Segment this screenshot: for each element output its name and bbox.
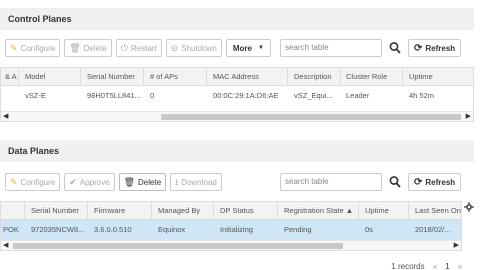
gear-icon[interactable]	[464, 202, 474, 212]
column-header[interactable]: Firmware	[94, 202, 125, 219]
trash-icon: 🗑	[123, 176, 136, 187]
next-page-button[interactable]: »	[458, 262, 462, 270]
dp-delete-button[interactable]: 🗑 Delete	[118, 173, 167, 191]
column-header[interactable]: Cluster Role	[346, 68, 387, 85]
data-planes-toolbar: ✎ Configure ✔ Approve 🗑 Delete ⭳ Downloa…	[5, 173, 222, 191]
cp-more-dropdown[interactable]: More ▼	[225, 39, 271, 57]
table-cell: Initializing	[220, 225, 253, 234]
cp-restart-button[interactable]: ⏻ Restart	[115, 39, 162, 57]
cp-refresh-button[interactable]: ⟳ Refresh	[408, 39, 462, 57]
column-header[interactable]: # of APs	[150, 68, 178, 85]
dp-delete-label: Delete	[138, 177, 162, 187]
dp-refresh-label: Refresh	[425, 177, 456, 187]
cp-configure-button[interactable]: ✎ Configure	[5, 39, 61, 57]
refresh-icon: ⟳	[414, 176, 423, 188]
horizontal-scrollbar[interactable]: ◀ ▶	[1, 240, 461, 250]
control-planes-table: & A Model Serial Number # of APs MAC Add…	[0, 67, 474, 122]
table-cell: 972035NCW8...	[31, 225, 85, 234]
scroll-right-icon[interactable]: ▶	[466, 112, 471, 121]
data-planes-table: Serial Number Firmware Managed By DP Sta…	[0, 201, 462, 251]
power-icon: ⏻	[120, 42, 128, 53]
dp-download-button[interactable]: ⭳ Download	[170, 173, 222, 191]
pencil-icon: ✎	[10, 42, 18, 53]
pencil-icon: ✎	[10, 176, 18, 187]
column-header[interactable]: DP Status	[220, 202, 254, 219]
dp-approve-label: Approve	[79, 177, 110, 187]
cp-configure-label: Configure	[20, 43, 56, 53]
column-header[interactable]: & A	[5, 68, 17, 85]
scrollbar-thumb[interactable]	[13, 243, 343, 249]
cp-delete-label: Delete	[83, 43, 107, 53]
table-header-row: & A Model Serial Number # of APs MAC Add…	[1, 68, 473, 86]
table-cell: 2018/02/...	[415, 225, 451, 234]
refresh-icon: ⟳	[414, 42, 423, 54]
table-cell: vSZ_Equi...	[294, 91, 333, 100]
table-cell: Leader	[346, 91, 370, 100]
table-cell: Equinox	[158, 225, 186, 234]
cp-delete-button[interactable]: 🗑 Delete	[64, 39, 112, 57]
trash-icon: 🗑	[69, 42, 81, 53]
records-count: 1 records	[391, 262, 425, 270]
prev-page-button[interactable]: «	[433, 262, 437, 270]
column-header[interactable]: Registration State ▲	[284, 202, 353, 219]
table-row[interactable]: vSZ-E 98H0T5LL841... 0 00:0C:29:1A:D6:AE…	[1, 86, 473, 106]
data-planes-title: Data Planes	[0, 140, 474, 162]
table-row[interactable]: POK 972035NCW8... 3.6.0.0.510 Equinox In…	[1, 220, 461, 240]
cp-restart-label: Restart	[130, 43, 157, 53]
table-cell: POK	[3, 225, 19, 234]
dp-configure-button[interactable]: ✎ Configure	[5, 173, 61, 191]
scroll-right-icon[interactable]: ▶	[454, 241, 459, 250]
download-icon: ⭳	[175, 176, 179, 187]
pagination: 1 records « 1 »	[391, 262, 462, 270]
column-header[interactable]: Uptime	[365, 202, 389, 219]
scroll-left-icon[interactable]: ◀	[3, 112, 8, 121]
table-cell: 0s	[365, 225, 373, 234]
column-header[interactable]: Model	[25, 68, 45, 85]
cp-shutdown-button[interactable]: ⊖ Shutdown	[165, 39, 222, 57]
search-icon[interactable]	[389, 41, 401, 55]
table-cell: 0	[150, 91, 155, 100]
table-cell: 4h 52m	[409, 91, 435, 100]
check-icon: ✔	[69, 176, 77, 187]
column-header[interactable]: Uptime	[409, 68, 433, 85]
scroll-left-icon[interactable]: ◀	[3, 241, 8, 250]
table-header-row: Serial Number Firmware Managed By DP Sta…	[1, 202, 461, 220]
table-cell: 98H0T5LL841...	[87, 91, 141, 100]
cp-more-label: More	[232, 43, 252, 53]
column-header[interactable]: Managed By	[158, 202, 200, 219]
scrollbar-thumb[interactable]	[161, 114, 461, 120]
control-planes-toolbar: ✎ Configure 🗑 Delete ⏻ Restart ⊖ Shutdow…	[5, 39, 271, 57]
control-planes-title: Control Planes	[0, 8, 474, 30]
column-header[interactable]: MAC Address	[213, 68, 259, 85]
dp-approve-button[interactable]: ✔ Approve	[64, 173, 115, 191]
column-header[interactable]: Description	[294, 68, 332, 85]
dp-search-input[interactable]: search table	[280, 173, 382, 191]
table-cell: 3.6.0.0.510	[94, 225, 132, 234]
shutdown-icon: ⊖	[170, 42, 179, 53]
current-page[interactable]: 1	[445, 262, 449, 270]
horizontal-scrollbar[interactable]: ◀ ▶	[1, 111, 473, 121]
cp-shutdown-label: Shutdown	[181, 43, 217, 53]
column-header[interactable]: Serial Number	[31, 202, 79, 219]
column-header[interactable]: Serial Number	[87, 68, 135, 85]
chevron-down-icon: ▼	[257, 45, 264, 51]
search-icon[interactable]	[389, 175, 401, 189]
table-cell: vSZ-E	[25, 91, 46, 100]
table-cell: Pending	[284, 225, 312, 234]
cp-refresh-label: Refresh	[425, 43, 456, 53]
table-cell: 00:0C:29:1A:D6:AE	[213, 91, 279, 100]
dp-refresh-button[interactable]: ⟳ Refresh	[408, 173, 462, 191]
column-header[interactable]: Last Seen On	[415, 202, 461, 219]
cp-search-input[interactable]: search table	[280, 39, 382, 57]
dp-download-label: Download	[181, 177, 217, 187]
dp-configure-label: Configure	[20, 177, 56, 187]
